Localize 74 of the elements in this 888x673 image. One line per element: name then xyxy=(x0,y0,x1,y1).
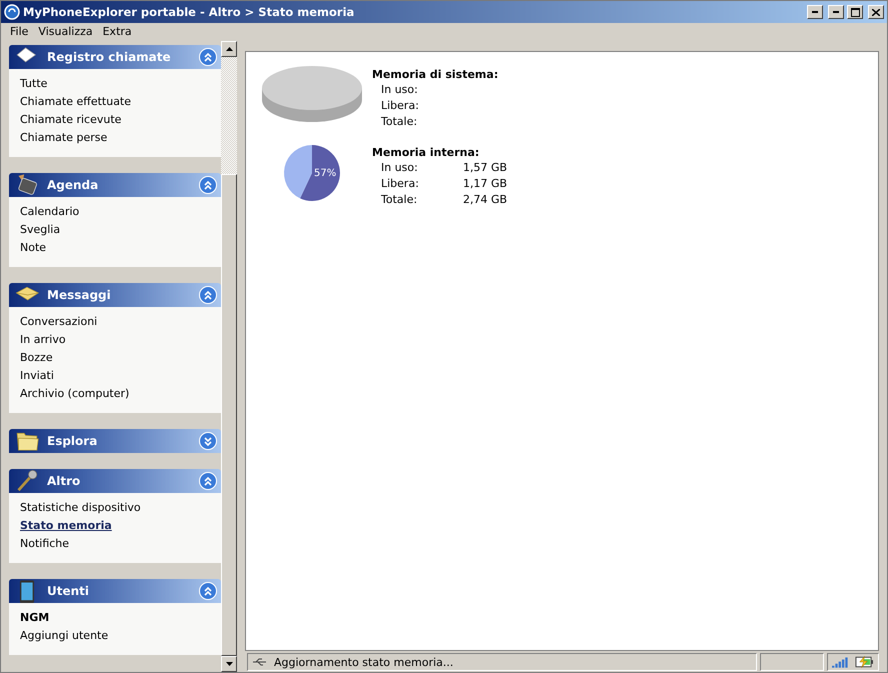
collapse-button[interactable] xyxy=(199,176,217,194)
sidebar-link[interactable]: Tutte xyxy=(20,75,210,93)
menu-item[interactable]: Extra xyxy=(102,25,132,39)
group-header[interactable]: Esplora xyxy=(9,429,221,453)
group-title: Agenda xyxy=(47,178,100,192)
up-arrow-icon xyxy=(226,47,232,51)
memory-title: Memoria interna: xyxy=(372,146,480,160)
group-title: Registro chiamate xyxy=(47,50,172,64)
status-text: Aggiornamento stato memoria... xyxy=(274,656,454,668)
close-button[interactable] xyxy=(868,5,884,19)
sidebar-link[interactable]: In arrivo xyxy=(20,331,210,349)
group-header[interactable]: Agenda xyxy=(9,173,221,197)
window-title: MyPhoneExplorer portable - Altro > Stato memoria xyxy=(23,5,356,19)
group-title: Messaggi xyxy=(47,288,112,302)
memory-title: Memoria di sistema: xyxy=(372,68,500,82)
minimize-button[interactable] xyxy=(828,5,844,19)
sidebar-link[interactable]: Bozze xyxy=(20,349,210,367)
sidebar-link[interactable]: Aggiungi utente xyxy=(20,627,210,645)
collapse-icon xyxy=(202,584,214,598)
group-header[interactable]: Utenti xyxy=(9,579,221,603)
memory-label: Libera: xyxy=(381,176,420,192)
percent-label: 57% xyxy=(314,168,336,179)
maximize-button[interactable] xyxy=(847,5,863,19)
group-header[interactable]: Altro xyxy=(9,469,221,493)
pie-slice xyxy=(284,145,312,198)
signal-icon xyxy=(832,656,850,668)
group-header[interactable]: Registro chiamate xyxy=(9,45,221,69)
collapse-button[interactable] xyxy=(199,582,217,600)
menu-item[interactable]: File xyxy=(10,25,28,39)
sidebar-link[interactable]: Inviati xyxy=(20,367,210,385)
battery-icon xyxy=(855,655,874,669)
minimize-button[interactable] xyxy=(807,5,823,19)
memory-label: Libera: xyxy=(381,98,420,114)
down-arrow-icon xyxy=(226,662,232,666)
memory-label: Totale: xyxy=(381,192,418,208)
minimize-icon xyxy=(833,11,839,13)
collapse-icon xyxy=(202,474,214,488)
scroll-down-button[interactable] xyxy=(221,656,237,672)
sidebar-link[interactable]: Statistiche dispositivo xyxy=(20,499,210,517)
group-header[interactable]: Messaggi xyxy=(9,283,221,307)
sidebar-link[interactable]: Calendario xyxy=(20,203,210,221)
collapse-button[interactable] xyxy=(199,286,217,304)
minimize-icon xyxy=(812,11,818,13)
user-name[interactable]: NGM xyxy=(20,609,210,627)
collapse-icon xyxy=(202,288,214,302)
sidebar-link[interactable]: Chiamate perse xyxy=(20,129,210,147)
memory-label: Totale: xyxy=(381,114,418,130)
app-logo-icon xyxy=(4,4,20,20)
maximize-icon xyxy=(850,8,860,16)
menu-item[interactable]: Visualizza xyxy=(38,25,93,39)
expand-button[interactable] xyxy=(199,432,217,450)
memory-label: In uso: xyxy=(381,82,419,98)
collapse-icon xyxy=(202,50,214,64)
sidebar-link[interactable]: Note xyxy=(20,239,210,257)
close-icon xyxy=(872,8,880,16)
sidebar-link[interactable]: Sveglia xyxy=(20,221,210,239)
group-title: Esplora xyxy=(47,434,98,448)
scrollbar-thumb[interactable] xyxy=(221,174,237,656)
group-title: Utenti xyxy=(47,584,90,598)
scroll-up-button[interactable] xyxy=(221,41,237,57)
group-title: Altro xyxy=(47,474,82,488)
sidebar-link[interactable]: Conversazioni xyxy=(20,313,210,331)
pie-slice xyxy=(300,145,340,201)
sidebar-link[interactable]: Archivio (computer) xyxy=(20,385,210,403)
sidebar-link[interactable]: Stato memoria xyxy=(20,517,210,535)
sidebar-link[interactable]: Notifiche xyxy=(20,535,210,553)
usb-icon xyxy=(252,657,268,667)
collapse-button[interactable] xyxy=(199,48,217,66)
collapse-button[interactable] xyxy=(199,472,217,490)
memory-label: In uso: xyxy=(381,160,419,176)
sidebar-link[interactable]: Chiamate ricevute xyxy=(20,111,210,129)
sidebar-link[interactable]: Chiamate effettuate xyxy=(20,93,210,111)
expand-icon xyxy=(202,434,214,448)
collapse-icon xyxy=(202,178,214,192)
